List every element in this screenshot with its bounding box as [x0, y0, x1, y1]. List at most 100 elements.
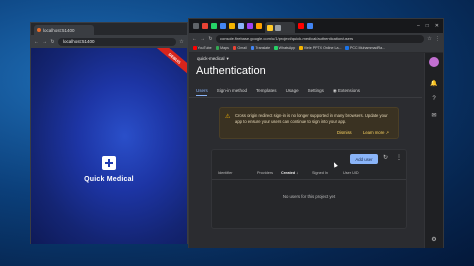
- empty-state: No users for this project yet: [282, 194, 336, 199]
- firebase-icon: [267, 24, 273, 31]
- bookmark-item[interactable]: PCC MuhammadRa...: [345, 46, 385, 50]
- settings-gear-icon[interactable]: ⚙: [430, 236, 438, 243]
- bookmark-favicon-icon: [274, 46, 278, 50]
- tab-icon[interactable]: [220, 23, 226, 29]
- tabs-divider: [189, 97, 422, 98]
- project-name: quick-medical: [197, 56, 225, 61]
- bookmark-label: Viele PPTX Online La...: [303, 46, 342, 50]
- bookmark-item[interactable]: Translate: [250, 46, 271, 50]
- column-created[interactable]: Created ↓: [281, 171, 298, 175]
- avatar[interactable]: [429, 57, 439, 67]
- right-address-bar[interactable]: console.firebase.google.com/u/1/project/…: [216, 34, 424, 43]
- bookmark-label: Gmail: [237, 46, 247, 50]
- tab-icon[interactable]: [307, 23, 313, 29]
- window-controls: – □ ✕: [417, 23, 443, 29]
- bookmark-item[interactable]: Viele PPTX Online La...: [299, 46, 341, 50]
- page-title: Authentication: [196, 65, 266, 77]
- bookmark-label: Maps: [220, 46, 229, 50]
- learn-more-link[interactable]: Learn more ↗: [363, 130, 389, 135]
- maximize-icon[interactable]: □: [426, 23, 429, 29]
- debug-banner-label: DEBUG: [167, 51, 183, 65]
- chat-icon[interactable]: ✉: [430, 112, 438, 119]
- bookmark-favicon-icon: [193, 46, 197, 50]
- forward-icon[interactable]: →: [42, 39, 47, 45]
- dismiss-button[interactable]: Dismiss: [337, 130, 352, 135]
- project-selector[interactable]: quick-medical ▾: [197, 56, 229, 62]
- bookmark-favicon-icon: [299, 46, 303, 50]
- left-tab-bar: localhost:51400: [31, 23, 187, 35]
- tab-settings[interactable]: Settings: [308, 88, 324, 94]
- forward-icon[interactable]: →: [200, 36, 205, 42]
- header-rule: [212, 179, 406, 180]
- close-tab-icon[interactable]: [275, 24, 281, 31]
- bookmark-label: Translate: [255, 46, 271, 50]
- right-address-text: console.firebase.google.com/u/1/project/…: [220, 36, 354, 41]
- tab-icon[interactable]: [193, 23, 199, 29]
- sort-arrow-icon: ↓: [296, 171, 299, 175]
- active-firebase-tab[interactable]: [265, 22, 295, 33]
- left-toolbar: ← → ↻ localhost:51400 ☆: [31, 35, 187, 48]
- minimize-icon[interactable]: –: [417, 23, 420, 29]
- column-identifier[interactable]: Identifier: [218, 171, 233, 175]
- back-icon[interactable]: ←: [192, 36, 197, 42]
- tab-sign-in-method[interactable]: Sign-in method: [217, 88, 247, 94]
- tab-extensions-label: Extensions: [338, 88, 361, 93]
- app-splash-screen: DEBUG Quick Medical: [31, 48, 187, 244]
- bookmark-favicon-icon: [215, 46, 220, 50]
- table-header: Identifier Providers Created ↓ Signed In…: [212, 169, 406, 178]
- bookmark-item[interactable]: Gmail: [232, 46, 247, 50]
- left-address-text: localhost:51400: [63, 39, 95, 44]
- star-icon[interactable]: ☆: [179, 39, 184, 45]
- tab-icon[interactable]: [229, 23, 235, 29]
- tab-icon[interactable]: [256, 23, 262, 29]
- bookmark-item[interactable]: Maps: [215, 46, 229, 50]
- app-name: Quick Medical: [84, 176, 134, 183]
- bookmark-label: YouTube: [197, 46, 212, 50]
- column-providers[interactable]: Providers: [257, 171, 273, 175]
- column-signed-in[interactable]: Signed In: [312, 171, 328, 175]
- left-browser-tab[interactable]: localhost:51400: [34, 25, 94, 35]
- bookmark-favicon-icon: [345, 46, 349, 50]
- reload-icon[interactable]: ↻: [50, 39, 55, 45]
- notifications-icon[interactable]: 🔔: [430, 80, 438, 87]
- bookmark-label: WhatsApp: [278, 46, 296, 50]
- more-vert-icon[interactable]: ⋮: [396, 154, 402, 161]
- users-table-card: Add user ↻ ⋮ Identifier Providers Create…: [211, 149, 407, 229]
- bookmark-label: PCC MuhammadRa...: [349, 46, 386, 50]
- left-tab-title: localhost:51400: [43, 27, 75, 33]
- bookmark-favicon-icon: [250, 46, 255, 50]
- left-address-bar[interactable]: localhost:51400: [58, 37, 176, 46]
- column-user-uid[interactable]: User UID: [343, 171, 359, 175]
- learn-more-label: Learn more: [363, 130, 385, 135]
- back-icon[interactable]: ←: [34, 39, 39, 45]
- warning-banner: ⚠ Cross origin redirect sign-in is no lo…: [219, 107, 399, 139]
- external-link-icon: ↗: [385, 130, 390, 135]
- add-user-button[interactable]: Add user: [350, 154, 378, 164]
- right-tab-bar: – □ ✕: [189, 19, 443, 33]
- menu-icon[interactable]: ⋮: [435, 36, 440, 42]
- star-icon[interactable]: ☆: [427, 36, 432, 42]
- tab-icon[interactable]: [202, 23, 208, 29]
- tab-templates[interactable]: Templates: [256, 88, 277, 94]
- chevron-down-icon: ▾: [226, 55, 229, 61]
- tab-users[interactable]: Users: [196, 88, 208, 94]
- refresh-icon[interactable]: ↻: [383, 154, 388, 161]
- reload-icon[interactable]: ↻: [208, 36, 213, 42]
- column-created-label: Created: [281, 171, 296, 175]
- firebase-browser-window: – □ ✕ ← → ↻ console.firebase.google.com/…: [188, 18, 444, 248]
- firebase-console: quick-medical ▾ Authentication Users Sig…: [189, 53, 443, 248]
- auth-tabs: Users Sign-in method Templates Usage Set…: [196, 88, 360, 94]
- tab-icon[interactable]: [211, 23, 217, 29]
- tab-usage[interactable]: Usage: [286, 88, 299, 94]
- active-tab-indicator: [196, 95, 207, 96]
- help-icon[interactable]: ?: [430, 96, 438, 102]
- tab-icon[interactable]: [247, 23, 253, 29]
- tab-favicon-icon: [37, 28, 41, 32]
- bookmark-item[interactable]: YouTube: [193, 46, 212, 50]
- tab-icon[interactable]: [298, 23, 304, 29]
- debug-banner: DEBUG: [154, 48, 187, 77]
- tab-icon[interactable]: [238, 23, 244, 29]
- bookmark-item[interactable]: WhatsApp: [274, 46, 295, 50]
- close-icon[interactable]: ✕: [435, 23, 439, 29]
- tab-extensions[interactable]: ◉ Extensions: [333, 88, 360, 94]
